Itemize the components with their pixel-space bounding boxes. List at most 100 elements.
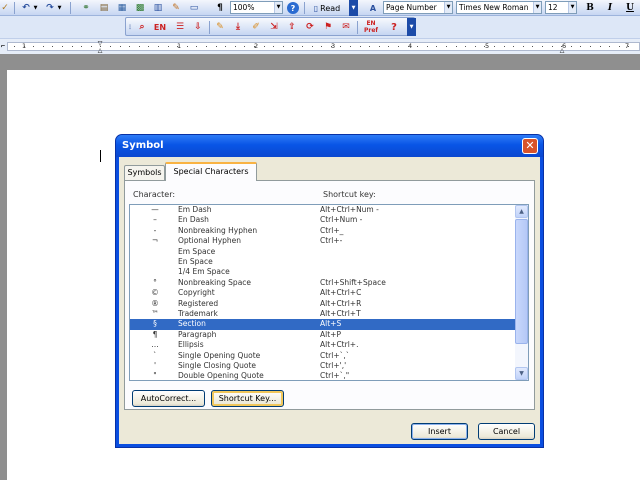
refresh-icon[interactable]: ⟳ — [304, 21, 316, 33]
ruler-tick — [302, 46, 303, 47]
list-item[interactable]: ® Registered Alt+Ctrl+R — [130, 299, 516, 309]
tables-borders-icon[interactable]: ▤ — [98, 2, 110, 14]
ruler-number: 4 — [408, 42, 413, 50]
ruler-tick — [321, 46, 323, 47]
autocorrect-button[interactable]: AutoCorrect... — [132, 390, 205, 407]
edit-icon[interactable]: ✐ — [250, 21, 262, 33]
redo-dropdown-icon[interactable]: ▼ — [56, 2, 63, 14]
ruler-tick — [14, 46, 15, 47]
ruler-tick — [369, 46, 371, 47]
read-button[interactable]: ▯ Read — [308, 2, 346, 14]
list-item[interactable]: 1/4 Em Space — [130, 267, 516, 277]
list-item[interactable]: ™ Trademark Alt+Ctrl+T — [130, 309, 516, 319]
bold-button[interactable]: B — [584, 2, 596, 14]
magnifier-icon[interactable]: ⌕ — [136, 21, 148, 33]
hanging-indent-marker[interactable]: △ — [96, 47, 104, 54]
insert-button[interactable]: Insert — [411, 423, 468, 440]
name-cell: Em Space — [178, 246, 216, 256]
document-map-icon[interactable]: ▭ — [188, 2, 200, 14]
columns-icon[interactable]: ▥ — [152, 2, 164, 14]
list-item[interactable]: ° Nonbreaking Space Ctrl+Shift+Space — [130, 278, 516, 288]
undo-icon[interactable]: ↶ — [20, 2, 32, 14]
en-button[interactable]: EN — [152, 21, 168, 33]
pencil-icon[interactable]: ✎ — [214, 21, 226, 33]
tab-symbols[interactable]: Symbols — [124, 165, 165, 180]
insert-table-icon[interactable]: ▦ — [116, 2, 128, 14]
help-icon[interactable]: ? — [287, 2, 299, 14]
list-item[interactable]: § Section Alt+S — [130, 319, 516, 330]
name-cell: 1/4 Em Space — [178, 267, 230, 277]
dialog-titlebar[interactable]: Symbol ✕ — [116, 135, 543, 157]
ruler-tick — [225, 46, 227, 47]
scroll-down-icon[interactable]: ▼ — [515, 367, 528, 380]
undo-dropdown-icon[interactable]: ▼ — [32, 2, 39, 14]
toolbar-options-icon[interactable]: ▼ — [349, 0, 358, 16]
numbered-list-icon[interactable]: ☰ — [174, 21, 186, 33]
close-icon[interactable]: ✕ — [522, 138, 538, 154]
scroll-thumb[interactable] — [515, 219, 528, 344]
document-arrow-icon[interactable]: ⇲ — [268, 21, 280, 33]
mail-icon[interactable]: ✉ — [340, 21, 352, 33]
flag-icon[interactable]: ⚑ — [322, 21, 334, 33]
style-combo[interactable]: Page Number ▼ — [383, 1, 453, 14]
ruler-tick — [436, 46, 438, 47]
ruler-tick — [378, 46, 380, 47]
tab-special-characters[interactable]: Special Characters — [165, 162, 257, 181]
list-item[interactable]: ¶ Paragraph Alt+P — [130, 330, 516, 340]
zoom-combo[interactable]: 100% ▼ — [230, 1, 283, 14]
special-characters-list[interactable]: — Em Dash Alt+Ctrl+Num - – En Dash Ctrl+Num -… — [129, 204, 529, 381]
ruler-tick — [254, 46, 255, 47]
chevron-down-icon[interactable]: ▼ — [568, 2, 576, 13]
font-combo[interactable]: Times New Roman ▼ — [456, 1, 542, 14]
ruler-tick — [244, 46, 246, 47]
list-item[interactable]: … Ellipsis Alt+Ctrl+. — [130, 340, 516, 350]
chevron-down-icon[interactable]: ▼ — [274, 2, 282, 13]
scroll-up-icon[interactable]: ▲ — [515, 205, 528, 218]
char-cell: ' — [153, 361, 157, 370]
toolbar-options-icon[interactable]: ▼ — [407, 18, 416, 36]
en-pref-button[interactable]: EN Pref — [362, 19, 380, 35]
insert-excel-icon[interactable]: ▩ — [134, 2, 146, 14]
list-item[interactable]: — Em Dash Alt+Ctrl+Num - — [130, 205, 516, 215]
list-item[interactable]: © Copyright Alt+Ctrl+C — [130, 288, 516, 298]
list-item[interactable]: Em Space — [130, 247, 516, 257]
list-item[interactable]: En Space — [130, 257, 516, 267]
insert-below-icon[interactable]: ⤓ — [232, 21, 244, 33]
ruler-tick — [618, 46, 620, 47]
export-icon[interactable]: ⇪ — [286, 21, 298, 33]
spelling-icon[interactable]: ✓ — [0, 2, 10, 14]
download-icon[interactable]: ⇩ — [192, 21, 204, 33]
tab-selector-icon[interactable]: ⌐ — [0, 42, 6, 51]
underline-button[interactable]: U — [624, 2, 636, 14]
character-column-header: Character: — [133, 190, 176, 199]
chevron-down-icon[interactable]: ▼ — [533, 2, 541, 13]
styles-formatting-icon[interactable]: A — [366, 2, 380, 14]
symbol-dialog: Symbol ✕ Symbols Character: Shortcut key… — [115, 134, 544, 448]
ruler-tick — [273, 46, 275, 47]
cancel-button[interactable]: Cancel — [478, 423, 535, 440]
shortcut-key-button[interactable]: Shortcut Key... — [211, 390, 284, 407]
list-item[interactable]: " Double Opening Quote Ctrl+`," — [130, 371, 516, 381]
list-item[interactable]: ` Single Opening Quote Ctrl+`,` — [130, 351, 516, 361]
italic-button[interactable]: I — [604, 2, 616, 14]
vertical-scrollbar[interactable]: ▲ ▼ — [515, 205, 528, 380]
list-item[interactable]: ' Single Closing Quote Ctrl+',' — [130, 361, 516, 371]
horizontal-ruler[interactable]: ⌐ 1 1 2 3 4 5 6 7 ▽ △ △ — [0, 38, 640, 54]
list-item[interactable]: – En Dash Ctrl+Num - — [130, 215, 516, 225]
toolbar-grip-icon[interactable]: ⋮ — [127, 21, 133, 33]
ruler-tick — [148, 46, 150, 47]
ruler-tick — [33, 46, 35, 47]
help-icon[interactable]: ? — [388, 21, 400, 33]
list-item[interactable]: ¬ Optional Hyphen Ctrl+- — [130, 236, 516, 246]
redo-icon[interactable]: ↷ — [44, 2, 56, 14]
font-size-combo[interactable]: 12 ▼ — [545, 1, 577, 14]
drawing-icon[interactable]: ✎ — [170, 2, 182, 14]
char-cell: - — [153, 225, 157, 235]
hyperlink-icon[interactable]: ⚭ — [80, 2, 92, 14]
chevron-down-icon[interactable]: ▼ — [444, 2, 452, 13]
ruler-tick — [158, 46, 159, 47]
char-cell: " — [153, 371, 157, 381]
show-hide-icon[interactable]: ¶ — [214, 2, 226, 14]
right-indent-marker[interactable]: △ — [558, 47, 566, 54]
list-item[interactable]: - Nonbreaking Hyphen Ctrl+_ — [130, 226, 516, 236]
